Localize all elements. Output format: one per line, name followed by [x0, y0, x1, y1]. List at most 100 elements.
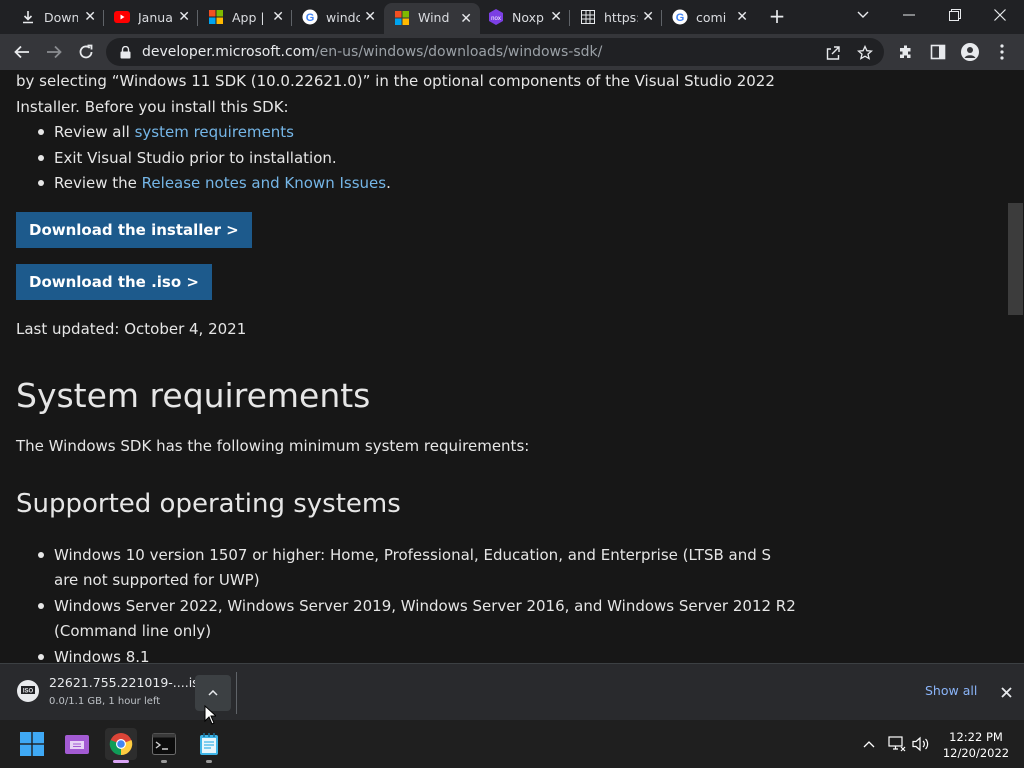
notepad-icon[interactable]	[193, 728, 225, 760]
tab-title: windc	[326, 9, 360, 25]
os-list-item-continued: are not supported for UWP)	[54, 571, 260, 589]
network-icon[interactable]	[887, 734, 907, 754]
bullet-dot	[38, 129, 44, 135]
list-item-text: .	[386, 174, 391, 192]
close-shelf-button[interactable]	[996, 682, 1016, 702]
profile-avatar-icon[interactable]	[960, 42, 980, 62]
close-window-button[interactable]	[986, 4, 1014, 26]
restore-button[interactable]	[941, 4, 969, 26]
close-icon[interactable]: ✕	[736, 9, 748, 25]
minimize-button[interactable]	[895, 4, 923, 26]
intro-text-line2: Installer. Before you install this SDK:	[16, 98, 289, 116]
intro-text-line1: by selecting “Windows 11 SDK (10.0.22621…	[16, 72, 775, 90]
tab-strip: Down ✕ Janua ✕ App | ✕ G windc ✕ Wind ✕ …	[0, 0, 1024, 34]
os-list-item: Windows Server 2022, Windows Server 2019…	[54, 597, 796, 615]
browser-toolbar: developer.microsoft.com/en-us/windows/do…	[0, 34, 1024, 70]
lock-icon[interactable]	[118, 45, 132, 59]
minimize-icon	[903, 14, 915, 16]
download-installer-button[interactable]: Download the installer >	[16, 212, 252, 248]
tab-title: Janua	[138, 9, 172, 25]
list-item: Review the Release notes and Known Issue…	[54, 174, 391, 192]
google-icon: G	[672, 9, 688, 25]
page-content: by selecting “Windows 11 SDK (10.0.22621…	[0, 70, 1007, 663]
tab-noxplayer[interactable]: nox Noxp ✕	[478, 5, 570, 29]
list-item: Exit Visual Studio prior to installation…	[54, 149, 337, 167]
reload-icon	[79, 44, 93, 59]
terminal-icon[interactable]	[148, 728, 180, 760]
bullet-dot	[38, 654, 44, 660]
new-tab-button[interactable]: +	[767, 6, 787, 26]
download-iso-button[interactable]: Download the .iso >	[16, 264, 212, 300]
chevron-down-icon	[857, 11, 869, 18]
release-notes-link[interactable]: Release notes and Known Issues	[142, 174, 386, 192]
tab-title: App |	[232, 9, 265, 25]
close-icon[interactable]: ✕	[272, 9, 284, 25]
close-icon[interactable]: ✕	[178, 9, 190, 25]
show-all-link[interactable]: Show all	[925, 683, 977, 698]
arrow-left-icon	[14, 45, 29, 59]
close-icon[interactable]: ✕	[642, 9, 654, 25]
arrow-right-icon	[47, 45, 62, 59]
close-icon[interactable]: ✕	[460, 11, 472, 27]
windows-taskbar: 12:22 PM 12/20/2022	[0, 720, 1024, 768]
chevron-up-icon[interactable]	[859, 734, 879, 754]
extensions-icon[interactable]	[896, 42, 916, 62]
tab-title: Noxp	[512, 9, 544, 25]
close-icon[interactable]: ✕	[364, 9, 376, 25]
bookmark-star-icon[interactable]	[856, 44, 874, 62]
tab-title: Wind	[418, 10, 450, 25]
bullet-dot	[38, 155, 44, 161]
download-status: 0.0/1.1 GB, 1 hour left	[49, 696, 161, 707]
reload-button[interactable]	[74, 40, 98, 64]
file-explorer-icon[interactable]	[61, 728, 93, 760]
tab-app[interactable]: App | ✕	[198, 5, 292, 29]
windows-start-icon[interactable]	[16, 728, 48, 760]
restore-icon	[949, 9, 961, 21]
system-clock[interactable]: 12:22 PM 12/20/2022	[940, 729, 1012, 761]
url-host: developer.microsoft.com	[142, 44, 315, 60]
noxplayer-icon: nox	[488, 9, 504, 25]
microsoft-logo-icon	[394, 10, 410, 26]
back-button[interactable]	[10, 40, 34, 64]
side-panel-icon[interactable]	[928, 42, 948, 62]
microsoft-logo-icon	[208, 9, 224, 25]
running-app-indicator	[161, 760, 167, 763]
bullet-dot	[38, 552, 44, 558]
os-list-item: Windows 10 version 1507 or higher: Home,…	[54, 546, 772, 564]
share-icon[interactable]	[824, 44, 842, 62]
forward-button[interactable]	[42, 40, 66, 64]
supported-os-heading: Supported operating systems	[16, 489, 401, 519]
tab-title: comi	[696, 9, 727, 25]
tab-https[interactable]: https: ✕	[570, 5, 662, 29]
close-icon[interactable]: ✕	[84, 9, 96, 25]
page-scrollbar[interactable]	[1007, 70, 1024, 663]
bullet-dot	[38, 180, 44, 186]
youtube-icon	[114, 9, 130, 25]
volume-icon[interactable]	[911, 734, 931, 754]
svg-text:nox: nox	[491, 16, 501, 22]
tab-windows-sdk[interactable]: Wind ✕	[384, 3, 480, 34]
iso-file-icon: ISO	[16, 679, 40, 703]
address-bar[interactable]: developer.microsoft.com/en-us/windows/do…	[106, 38, 884, 66]
close-icon[interactable]: ✕	[550, 9, 562, 25]
download-filename[interactable]: 22621.755.221019-....iso	[49, 675, 206, 690]
tab-youtube[interactable]: Janua ✕	[104, 5, 198, 29]
tab-downloads[interactable]: Down ✕	[10, 5, 104, 29]
tab-google-search[interactable]: G windc ✕	[292, 5, 384, 29]
list-item-text: Review the	[54, 174, 142, 192]
download-shelf: ISO 22621.755.221019-....iso 0.0/1.1 GB,…	[0, 663, 1024, 720]
list-item-text: Review all	[54, 123, 135, 141]
clock-date: 12/20/2022	[942, 746, 1010, 760]
bullet-dot	[38, 603, 44, 609]
tab-google-comi[interactable]: G comi ✕	[662, 5, 756, 29]
system-requirements-link[interactable]: system requirements	[135, 123, 294, 141]
tab-title: https:	[604, 9, 638, 25]
active-app-indicator	[113, 760, 129, 763]
svg-text:ISO: ISO	[23, 689, 34, 695]
os-list-item: Windows 8.1	[54, 648, 150, 663]
chrome-icon[interactable]	[105, 728, 137, 760]
tab-search-button[interactable]	[849, 4, 877, 26]
scrollbar-thumb[interactable]	[1008, 203, 1023, 315]
kebab-menu-icon[interactable]	[992, 42, 1012, 62]
grid-favicon-icon	[580, 9, 596, 25]
